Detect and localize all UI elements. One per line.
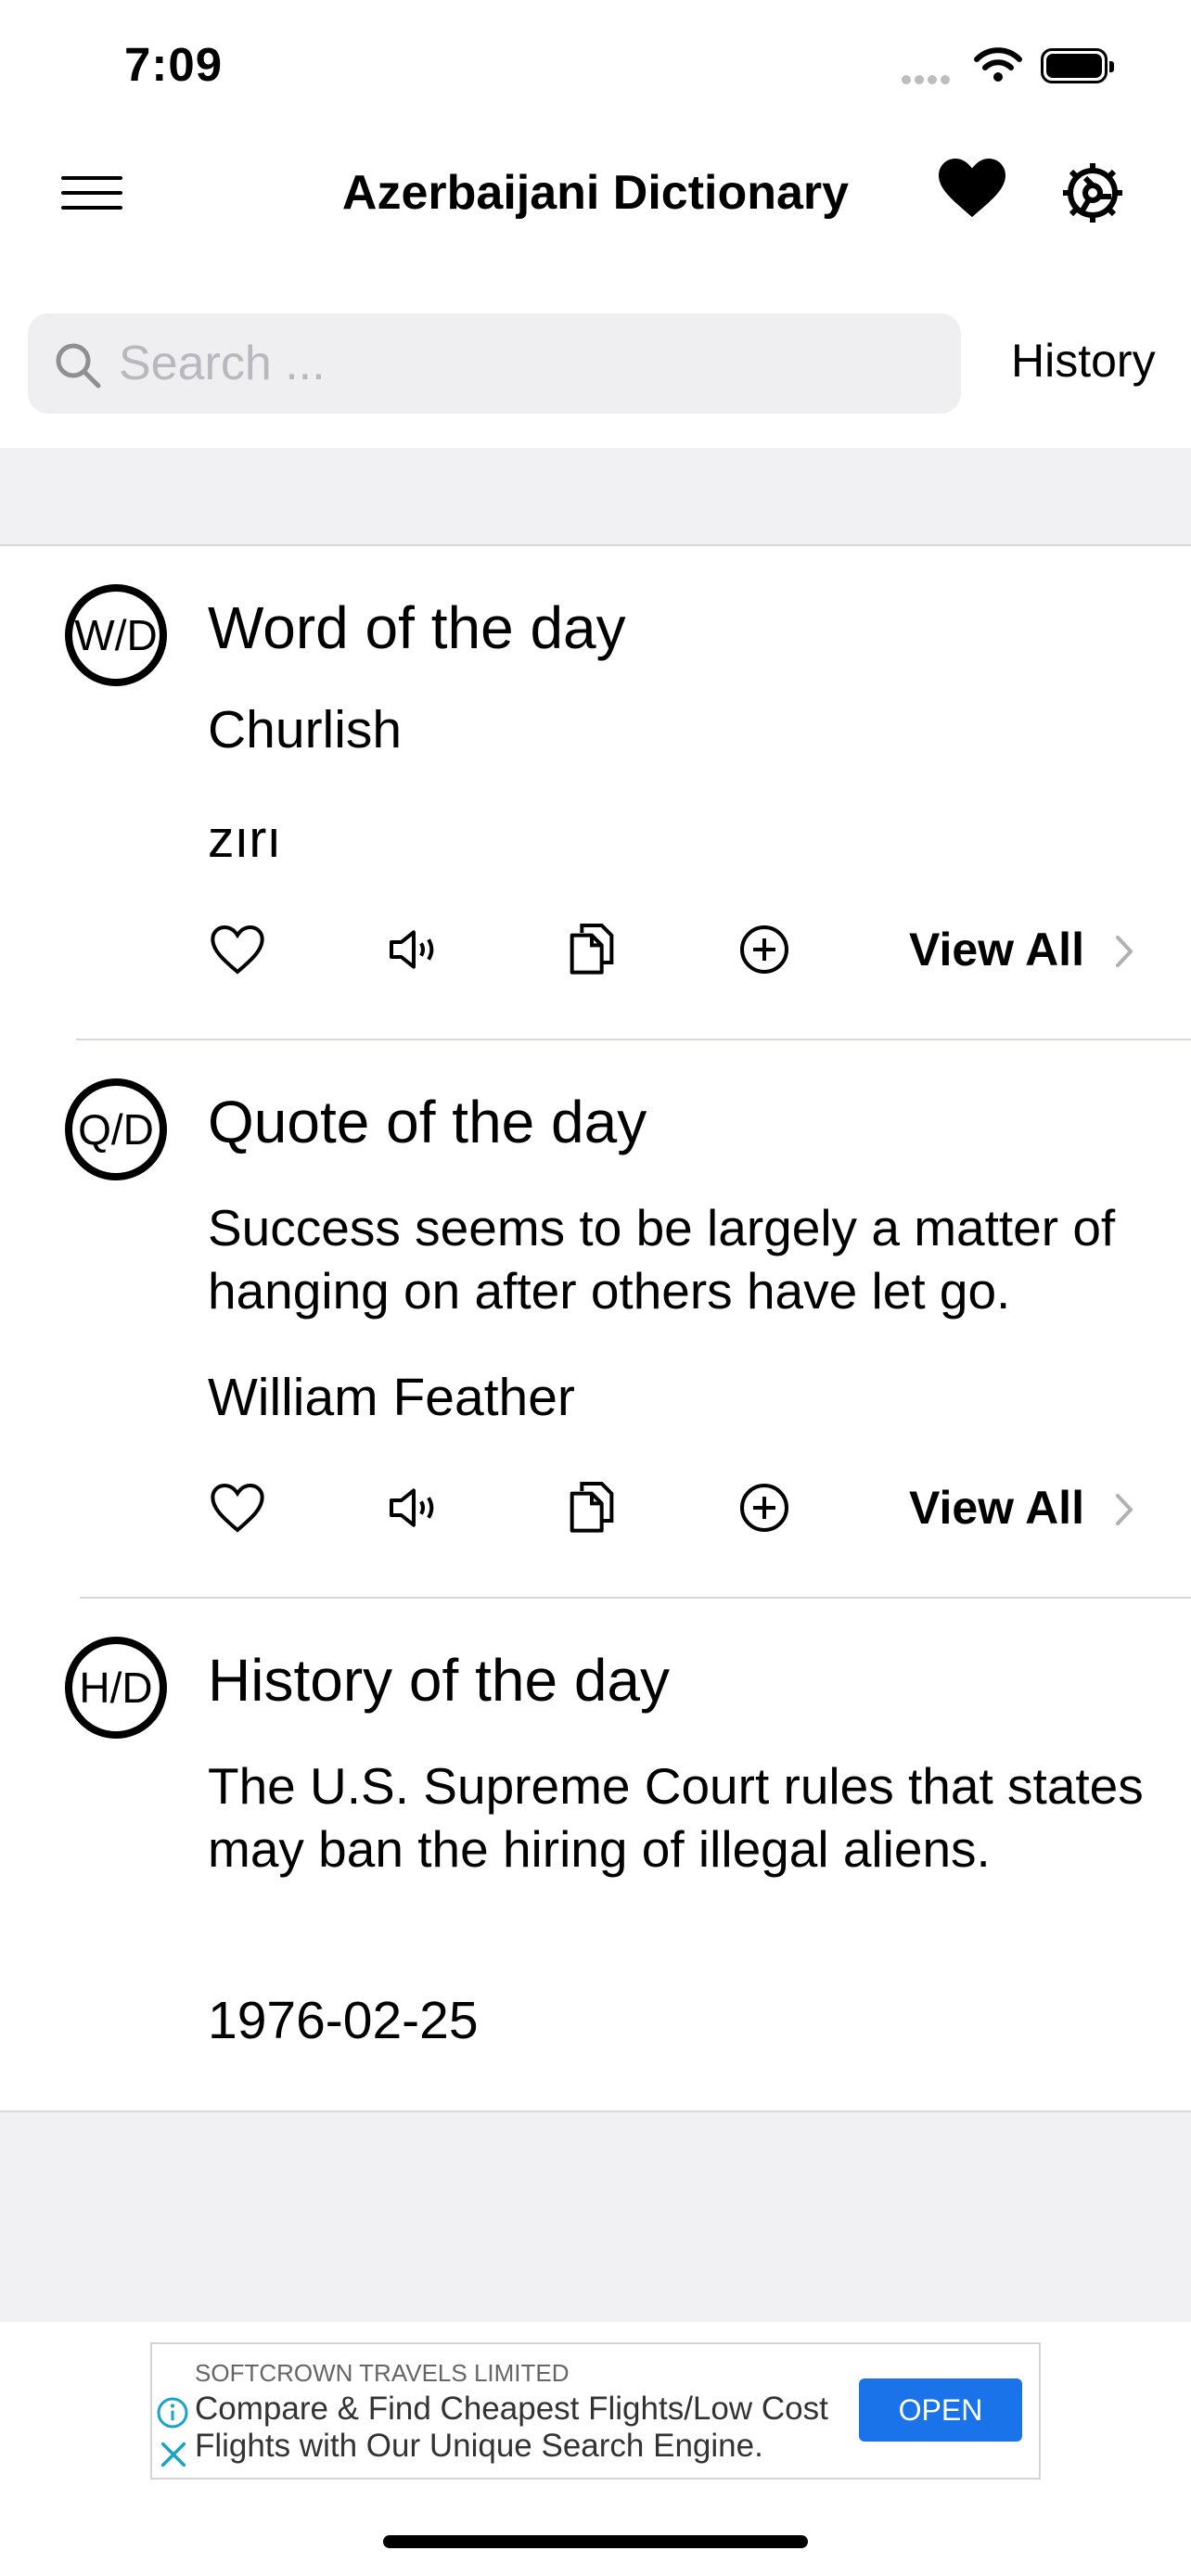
ad-sponsor: SOFTCROWN TRAVELS LIMITED bbox=[195, 2359, 570, 2387]
heart-outline-icon[interactable] bbox=[208, 920, 267, 979]
speaker-icon[interactable] bbox=[384, 920, 443, 979]
bottom-spacer bbox=[0, 2111, 1191, 2322]
status-time: 7:09 bbox=[124, 38, 224, 91]
gear-icon[interactable] bbox=[1057, 158, 1128, 228]
copy-icon[interactable] bbox=[562, 918, 621, 977]
battery-icon bbox=[1041, 48, 1114, 83]
close-icon[interactable] bbox=[158, 2439, 189, 2470]
ad-text[interactable]: Compare & Find Cheapest Flights/Low Cost… bbox=[195, 2391, 844, 2465]
quote-of-day-badge: Q/D bbox=[65, 1078, 167, 1180]
copy-icon[interactable] bbox=[562, 1476, 621, 1536]
word-of-day-word: Churlish bbox=[208, 700, 403, 759]
history-of-day-badge: H/D bbox=[65, 1637, 167, 1739]
plus-circle-icon[interactable] bbox=[735, 920, 794, 979]
info-icon[interactable] bbox=[156, 2396, 189, 2429]
plus-circle-icon[interactable] bbox=[735, 1478, 794, 1537]
app-title: Azerbaijani Dictionary bbox=[341, 166, 850, 220]
signal-icon bbox=[902, 72, 957, 84]
word-of-day-translation: zırı bbox=[208, 810, 282, 869]
history-of-day-title: History of the day bbox=[208, 1647, 670, 1714]
divider bbox=[76, 1039, 1191, 1040]
search-input[interactable] bbox=[119, 336, 935, 391]
word-of-day-title: Word of the day bbox=[208, 594, 626, 661]
speaker-icon[interactable] bbox=[384, 1478, 443, 1537]
section-spacer bbox=[0, 448, 1191, 546]
chevron-right-icon[interactable] bbox=[1115, 935, 1133, 968]
wifi-icon bbox=[974, 47, 1022, 82]
history-button[interactable]: History bbox=[1011, 334, 1156, 388]
word-view-all-button[interactable]: View All bbox=[909, 923, 1084, 976]
divider bbox=[80, 1597, 1191, 1599]
quote-of-day-title: Quote of the day bbox=[208, 1089, 647, 1155]
chevron-right-icon[interactable] bbox=[1115, 1493, 1133, 1526]
heart-outline-icon[interactable] bbox=[208, 1478, 267, 1537]
search-icon bbox=[56, 343, 101, 389]
history-of-day-date: 1976-02-25 bbox=[208, 1991, 479, 2050]
quote-of-day-author: William Feather bbox=[208, 1368, 575, 1427]
ad-open-button[interactable]: OPEN bbox=[859, 2378, 1022, 2442]
heart-icon[interactable] bbox=[939, 158, 1005, 221]
quote-view-all-button[interactable]: View All bbox=[909, 1481, 1084, 1535]
home-indicator[interactable] bbox=[383, 2535, 808, 2548]
quote-of-day-text: Success seems to be largely a matter of … bbox=[208, 1199, 1116, 1320]
history-of-day-text: The U.S. Supreme Court rules that states… bbox=[208, 1757, 1144, 1878]
word-of-day-badge: W/D bbox=[65, 584, 167, 686]
